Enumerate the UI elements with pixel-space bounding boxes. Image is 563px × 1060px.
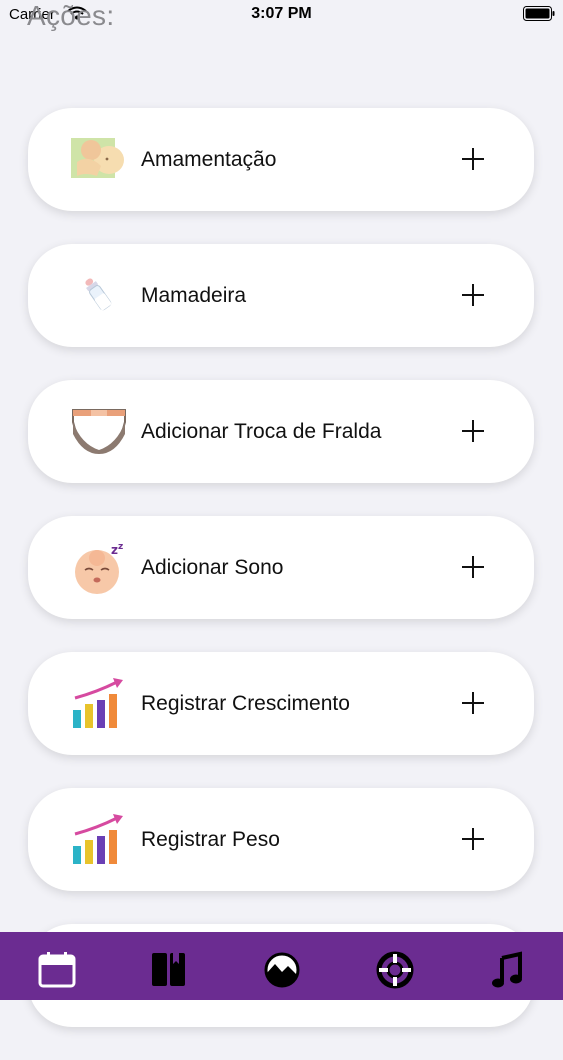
action-label: Mamadeira (141, 284, 247, 307)
action-card-weight[interactable]: Registrar Peso (28, 788, 534, 891)
weight-chart-icon (73, 814, 123, 864)
plus-icon[interactable] (462, 556, 484, 578)
action-card-growth[interactable]: Registrar Crescimento (28, 652, 534, 755)
diaper-icon (72, 409, 126, 454)
action-label: Adicionar Sono (141, 556, 284, 579)
action-label: Adicionar Troca de Fralda (141, 420, 382, 443)
baby-bottle-icon (85, 278, 112, 311)
music-note-icon[interactable] (488, 950, 528, 990)
action-list: Amamentação Mamadeira Adicionar Troca de… (28, 108, 534, 1060)
svg-text:z: z (111, 543, 118, 557)
plus-icon[interactable] (462, 148, 484, 170)
breastfeeding-icon (71, 138, 124, 178)
sleeping-baby-icon: z z (75, 542, 123, 594)
action-label: Registrar Peso (141, 828, 280, 851)
plus-icon[interactable] (462, 420, 484, 442)
plus-icon[interactable] (462, 284, 484, 306)
action-label: Registrar Crescimento (141, 692, 350, 715)
landscape-icon[interactable] (262, 950, 302, 990)
plus-icon[interactable] (462, 692, 484, 714)
book-icon[interactable] (149, 950, 189, 990)
action-card-sleep[interactable]: z z Adicionar Sono (28, 516, 534, 619)
plus-icon[interactable] (462, 828, 484, 850)
lifebuoy-icon[interactable] (375, 950, 415, 990)
tab-bar (0, 932, 563, 1000)
page-title: Ações: (27, 0, 115, 31)
calendar-icon[interactable] (37, 950, 77, 990)
action-label: Amamentação (141, 148, 277, 171)
growth-chart-icon (73, 678, 123, 728)
battery-icon (523, 6, 555, 21)
action-card-bottle[interactable]: Mamadeira (28, 244, 534, 347)
action-card-breastfeeding[interactable]: Amamentação (28, 108, 534, 211)
action-card-diaper[interactable]: Adicionar Troca de Fralda (28, 380, 534, 483)
svg-text:z: z (118, 542, 123, 552)
